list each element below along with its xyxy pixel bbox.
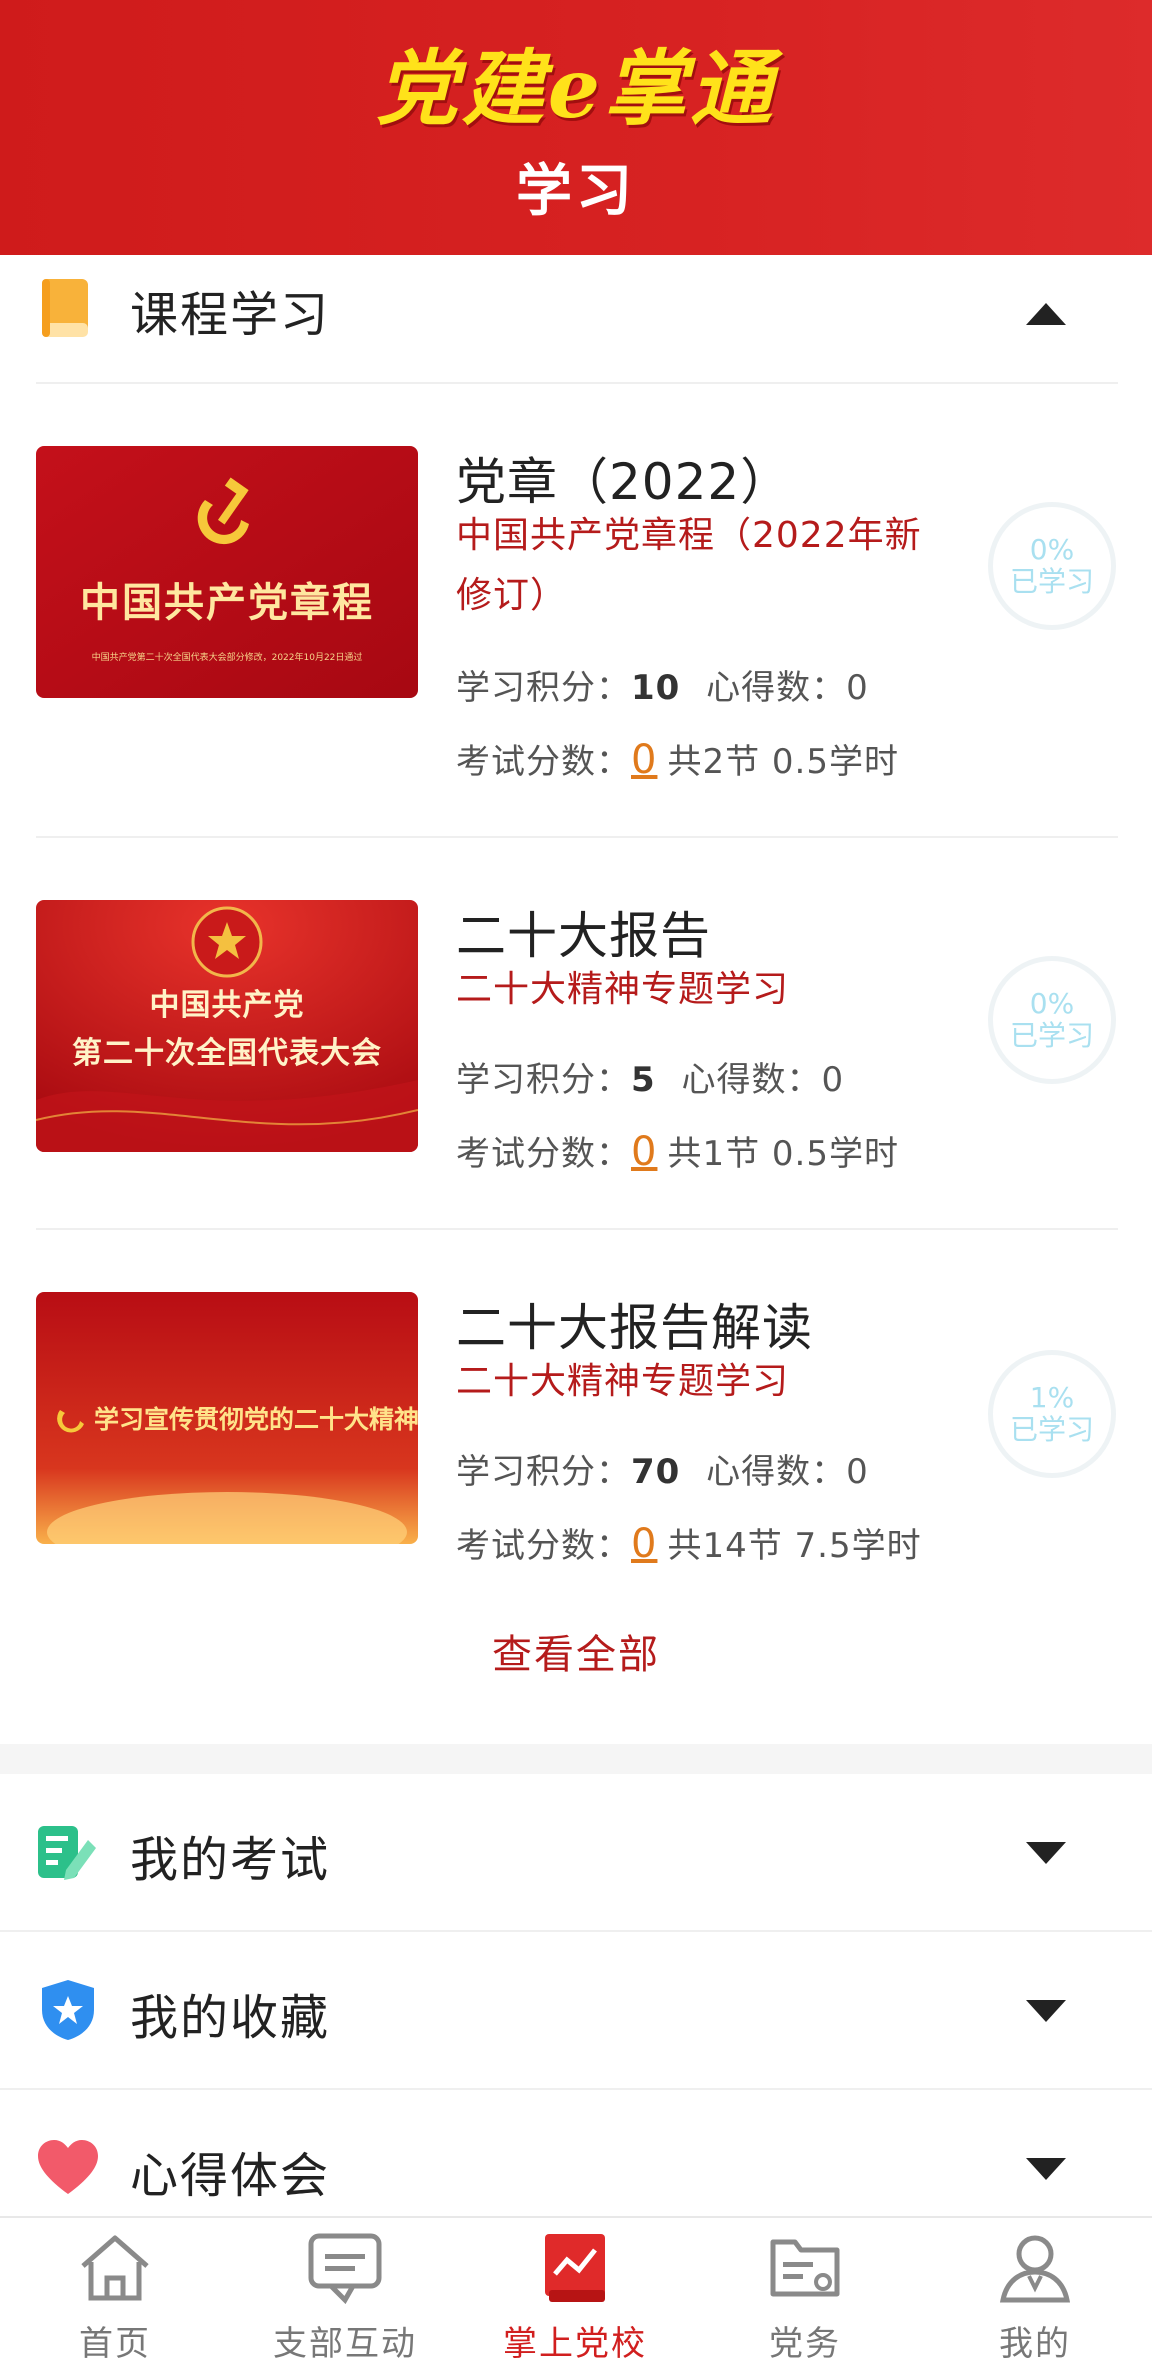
course-summary: 共14节 7.5学时	[667, 1526, 922, 1566]
user-icon	[995, 2232, 1075, 2304]
chat-icon	[305, 2232, 385, 2305]
thumb-text: 中国共产党章程	[80, 579, 374, 626]
row-my-favorites[interactable]: 我的收藏	[0, 1932, 1152, 2088]
bottom-nav: 首页 支部互动 掌上党校 党务 我的	[0, 2216, 1152, 2376]
home-icon	[75, 2232, 155, 2304]
nav-label: 支部互动	[273, 2324, 417, 2364]
shield-star-icon	[36, 1978, 100, 2042]
course-stats: 学习积分：70 心得数：0	[456, 1444, 869, 1493]
course-item[interactable]: 中国共产党 第二十次全国代表大会 二十大报告 二十大精神专题学习 学习积分：5 …	[0, 876, 1152, 1266]
notes-value: 0	[846, 1452, 869, 1492]
notes-value: 0	[821, 1060, 845, 1100]
progress-percent: 0%	[1029, 987, 1075, 1020]
course-stats: 学习积分：5 心得数：0	[456, 1052, 844, 1101]
notes-value: 0	[846, 668, 869, 708]
row-label: 心得体会	[130, 2148, 331, 2204]
course-subtitle: 二十大精神专题学习	[456, 969, 790, 1010]
thumb-caption: 中国共产党第二十次全国代表大会部分修改，2022年10月22日通过	[91, 653, 363, 663]
progress-ring: 0% 已学习	[988, 956, 1116, 1084]
thumb-text: 学习宣传贯彻党的二十大精神	[94, 1405, 418, 1434]
page: 党建e掌通 学习 课程学习 中国共产党章程 中国共产党第二十次全国代表大会部分修…	[0, 0, 1152, 2376]
exam-score[interactable]: 0	[631, 1521, 657, 1567]
section-gap	[0, 1744, 1152, 1774]
course-subtitle: 二十大精神专题学习	[456, 1361, 790, 1402]
folder-gear-icon	[765, 2232, 845, 2304]
course-subtitle: 中国共产党章程（2022年新修订）	[456, 515, 922, 616]
progress-ring: 0% 已学习	[988, 502, 1116, 630]
points-label: 学习积分：	[456, 668, 631, 708]
course-stats: 学习积分：10 心得数：0	[456, 660, 869, 709]
course-exam: 考试分数：0 共1节 0.5学时	[456, 1126, 899, 1175]
view-all-link[interactable]: 查看全部	[0, 1622, 1152, 1680]
progress-label: 已学习	[1009, 565, 1094, 598]
book-chart-icon	[535, 2232, 615, 2304]
course-exam: 考试分数：0 共14节 7.5学时	[456, 1518, 922, 1567]
course-title: 二十大报告解读	[456, 1299, 813, 1357]
app-header: 党建e掌通 学习	[0, 0, 1152, 255]
points-value: 5	[631, 1060, 656, 1100]
course-thumbnail: 学习宣传贯彻党的二十大精神	[36, 1292, 418, 1544]
notes-label: 心得数：	[681, 1060, 822, 1100]
expand-icon[interactable]	[1026, 2158, 1066, 2180]
course-summary: 共2节 0.5学时	[667, 742, 899, 782]
course-thumbnail: 中国共产党章程 中国共产党第二十次全国代表大会部分修改，2022年10月22日通…	[36, 446, 418, 698]
divider	[36, 1228, 1118, 1230]
nav-label: 掌上党校	[503, 2324, 647, 2364]
expand-icon[interactable]	[1026, 1842, 1066, 1864]
collapse-icon[interactable]	[1026, 303, 1066, 325]
nav-mine[interactable]: 我的	[920, 2232, 1150, 2376]
points-label: 学习积分：	[456, 1452, 631, 1492]
divider	[36, 382, 1118, 384]
course-title: 二十大报告	[456, 907, 711, 965]
nav-party-school[interactable]: 掌上党校	[460, 2232, 690, 2376]
course-title: 党章（2022）	[456, 453, 792, 511]
course-exam: 考试分数：0 共2节 0.5学时	[456, 734, 899, 783]
expand-icon[interactable]	[1026, 2000, 1066, 2022]
progress-label: 已学习	[1009, 1019, 1094, 1052]
exam-label: 考试分数：	[456, 742, 631, 782]
nav-home[interactable]: 首页	[0, 2232, 230, 2376]
course-item[interactable]: 中国共产党章程 中国共产党第二十次全国代表大会部分修改，2022年10月22日通…	[0, 420, 1152, 810]
row-insights[interactable]: 心得体会	[0, 2090, 1152, 2216]
points-label: 学习积分：	[456, 1060, 631, 1100]
section-title: 课程学习	[130, 287, 331, 343]
course-summary: 共1节 0.5学时	[667, 1134, 899, 1174]
nav-branch[interactable]: 支部互动	[230, 2232, 460, 2376]
course-thumbnail: 中国共产党 第二十次全国代表大会	[36, 900, 418, 1152]
course-item[interactable]: 学习宣传贯彻党的二十大精神 二十大报告解读 二十大精神专题学习 学习积分：70 …	[0, 1268, 1152, 1658]
page-title: 学习	[516, 159, 636, 224]
exam-score[interactable]: 0	[631, 1129, 657, 1175]
exam-label: 考试分数：	[456, 1134, 631, 1174]
row-my-exams[interactable]: 我的考试	[0, 1774, 1152, 1930]
notes-label: 心得数：	[706, 668, 847, 708]
thumb-text: 中国共产党	[149, 988, 305, 1023]
progress-percent: 1%	[1029, 1381, 1075, 1414]
nav-label: 首页	[79, 2324, 151, 2364]
points-value: 70	[631, 1452, 681, 1492]
nav-label: 党务	[769, 2324, 841, 2364]
nav-label: 我的	[999, 2324, 1071, 2364]
row-label: 我的收藏	[130, 1990, 331, 2046]
course-section-header[interactable]: 课程学习	[0, 255, 1152, 383]
exam-icon	[36, 1820, 100, 1884]
points-value: 10	[631, 668, 681, 708]
divider	[36, 836, 1118, 838]
thumb-text-2: 第二十次全国代表大会	[72, 1036, 382, 1071]
progress-ring: 1% 已学习	[988, 1350, 1116, 1478]
exam-label: 考试分数：	[456, 1526, 631, 1566]
app-brand: 党建e掌通	[375, 41, 777, 137]
exam-score[interactable]: 0	[631, 737, 657, 783]
heart-icon	[36, 2136, 100, 2200]
nav-affairs[interactable]: 党务	[690, 2232, 920, 2376]
progress-percent: 0%	[1029, 533, 1075, 566]
notes-label: 心得数：	[706, 1452, 847, 1492]
progress-label: 已学习	[1009, 1413, 1094, 1446]
row-label: 我的考试	[130, 1832, 331, 1888]
book-icon	[38, 277, 94, 341]
